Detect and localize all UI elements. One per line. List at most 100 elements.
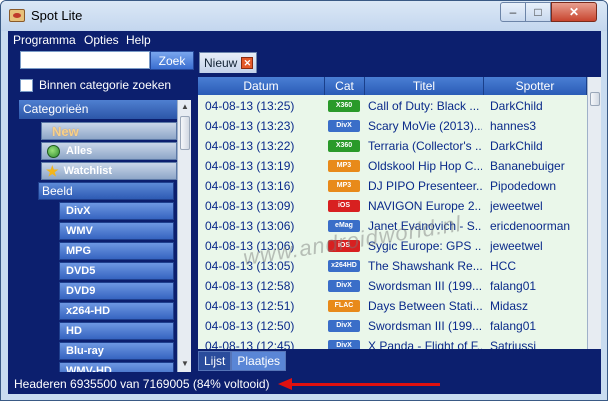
tree-item-watchlist[interactable]: ★ Watchlist — [41, 162, 177, 180]
cell-spotter: falang01 — [490, 279, 537, 293]
category-badge: X360 — [328, 100, 360, 112]
tab-plaatjes[interactable]: Plaatjes — [231, 351, 287, 371]
search-input[interactable] — [20, 51, 150, 69]
category-search-toggle[interactable]: Binnen categorie zoeken — [20, 77, 171, 93]
table-row[interactable]: 04-08-13 (12:58) DivX Swordsman III (199..… — [198, 276, 587, 296]
spots-table: Datum Cat Titel Spotter 04-08-13 (13:25)… — [198, 77, 601, 349]
table-row[interactable]: 04-08-13 (13:22) X360 Terraria (Collector'… — [198, 136, 587, 156]
category-search-label: Binnen categorie zoeken — [39, 78, 172, 92]
column-header-datum[interactable]: Datum — [198, 77, 325, 95]
column-header-spotter[interactable]: Spotter — [484, 77, 587, 95]
cell-datum: 04-08-13 (13:25) — [205, 99, 295, 113]
tab-nieuw[interactable]: Nieuw ✕ — [199, 52, 257, 73]
menu-programma[interactable]: Programma — [13, 33, 76, 47]
tree-item-dvd5[interactable]: DVD5 — [59, 262, 174, 280]
cell-datum: 04-08-13 (13:05) — [205, 259, 295, 273]
table-row[interactable]: 04-08-13 (13:06) eMag Janet Evanovich - S.… — [198, 216, 587, 236]
tree-item-mpg[interactable]: MPG — [59, 242, 174, 260]
table-row[interactable]: 04-08-13 (13:16) MP3 DJ PIPO Presenteer...… — [198, 176, 587, 196]
table-row[interactable]: 04-08-13 (13:23) DivX Scary MoVie (2013)..… — [198, 116, 587, 136]
status-bar: Headeren 6935500 van 7169005 (84% voltoo… — [8, 373, 601, 394]
close-icon[interactable]: ✕ — [241, 57, 254, 69]
table-row[interactable]: 04-08-13 (13:05) x264HD The Shawshank Re..… — [198, 256, 587, 276]
cell-titel: Sygic Europe: GPS ... — [368, 239, 482, 253]
table-scrollbar[interactable] — [587, 77, 601, 349]
cell-datum: 04-08-13 (13:16) — [205, 179, 295, 193]
cell-spotter: hannes3 — [490, 119, 537, 133]
cell-datum: 04-08-13 (13:09) — [205, 199, 295, 213]
tree-item-alles[interactable]: Alles — [41, 142, 177, 160]
table-body: 04-08-13 (13:25) X360 Call of Duty: Black … — [198, 96, 587, 349]
category-badge: x264HD — [328, 260, 360, 272]
category-badge: MP3 — [328, 160, 360, 172]
category-badge: FLAC — [328, 300, 360, 312]
category-tree: Categorieën New Alles ★ Watchlist Beeld … — [19, 100, 191, 372]
category-badge: MP3 — [328, 180, 360, 192]
close-button[interactable]: ✕ — [551, 2, 597, 22]
tab-lijst[interactable]: Lijst — [198, 351, 232, 371]
tree-item-blu-ray[interactable]: Blu-ray — [59, 342, 174, 360]
category-badge: X360 — [328, 140, 360, 152]
cell-titel: Janet Evanovich - S... — [368, 219, 482, 233]
table-row[interactable]: 04-08-13 (13:25) X360 Call of Duty: Black … — [198, 96, 587, 116]
maximize-button[interactable]: □ — [525, 2, 551, 22]
tree-item-wmv-hd[interactable]: WMV-HD — [59, 362, 174, 372]
cell-datum: 04-08-13 (12:58) — [205, 279, 295, 293]
scroll-thumb[interactable] — [590, 92, 600, 106]
table-row[interactable]: 04-08-13 (12:51) FLAC Days Between Stati..… — [198, 296, 587, 316]
cell-titel: Terraria (Collector's ... — [368, 139, 482, 153]
column-header-cat[interactable]: Cat — [325, 77, 365, 95]
cell-titel: Scary MoVie (2013)... — [368, 119, 482, 133]
column-header-titel[interactable]: Titel — [365, 77, 484, 95]
menu-help[interactable]: Help — [126, 33, 151, 47]
table-row[interactable]: 04-08-13 (13:09) iOS NAVIGON Europe 2... je… — [198, 196, 587, 216]
cell-spotter: jeweetwel — [490, 199, 543, 213]
category-badge: DivX — [328, 340, 360, 349]
cell-datum: 04-08-13 (12:45) — [205, 339, 295, 349]
tree-item-wmv[interactable]: WMV — [59, 222, 174, 240]
cell-spotter: Midasz — [490, 299, 529, 313]
category-search-checkbox[interactable] — [20, 78, 33, 92]
tree-item-new[interactable]: New — [41, 122, 177, 140]
client-area: Programma Opties Help Zoek Binnen catego… — [8, 31, 601, 394]
table-row[interactable]: 04-08-13 (13:19) MP3 Oldskool Hip Hop C...… — [198, 156, 587, 176]
table-row[interactable]: 04-08-13 (13:06) iOS Sygic Europe: GPS ...… — [198, 236, 587, 256]
cell-titel: DJ PIPO Presenteer... — [368, 179, 482, 193]
cell-titel: X Panda - Flight of F... — [368, 339, 482, 349]
menu-opties[interactable]: Opties — [84, 33, 119, 47]
scroll-down-icon[interactable]: ▼ — [179, 358, 191, 370]
minimize-button[interactable]: – — [500, 2, 526, 22]
tab-label: Nieuw — [204, 56, 238, 70]
search-button[interactable]: Zoek — [150, 51, 194, 70]
cell-spotter: HCC — [490, 259, 516, 273]
tree-item-x264-hd[interactable]: x264-HD — [59, 302, 174, 320]
tree-scrollbar[interactable]: ▲ ▼ — [177, 100, 191, 372]
cell-spotter: DarkChild — [490, 99, 543, 113]
tab-strip: Nieuw ✕ — [198, 49, 601, 74]
table-row[interactable]: 04-08-13 (12:45) DivX X Panda - Flight of … — [198, 336, 587, 349]
cell-datum: 04-08-13 (13:06) — [205, 239, 295, 253]
cell-titel: Swordsman III (199... — [368, 279, 482, 293]
globe-icon — [47, 144, 60, 158]
cell-spotter: Bananebuiger — [490, 159, 565, 173]
status-text: Headeren 6935500 van 7169005 (84% voltoo… — [14, 377, 270, 391]
menu-bar: Programma Opties Help — [8, 31, 601, 49]
cell-titel: Call of Duty: Black ... — [368, 99, 480, 113]
tree-item-hd[interactable]: HD — [59, 322, 174, 340]
category-badge: eMag — [328, 220, 360, 232]
cell-spotter: DarkChild — [490, 139, 543, 153]
tree-item-label: Alles — [66, 145, 93, 157]
annotation-arrow — [290, 383, 440, 386]
tree-header: Categorieën — [19, 100, 177, 119]
table-row[interactable]: 04-08-13 (12:50) DivX Swordsman III (199..… — [198, 316, 587, 336]
tree-item-divx[interactable]: DivX — [59, 202, 174, 220]
cell-titel: Oldskool Hip Hop C... — [368, 159, 482, 173]
cell-datum: 04-08-13 (13:06) — [205, 219, 295, 233]
cell-titel: NAVIGON Europe 2... — [368, 199, 482, 213]
cell-titel: Swordsman III (199... — [368, 319, 482, 333]
tree-item-dvd9[interactable]: DVD9 — [59, 282, 174, 300]
tree-group-beeld[interactable]: Beeld — [38, 182, 174, 200]
scroll-up-icon[interactable]: ▲ — [179, 101, 191, 113]
app-window: Spot Lite – □ ✕ Programma Opties Help Zo… — [0, 0, 608, 401]
scroll-thumb[interactable] — [180, 116, 190, 150]
